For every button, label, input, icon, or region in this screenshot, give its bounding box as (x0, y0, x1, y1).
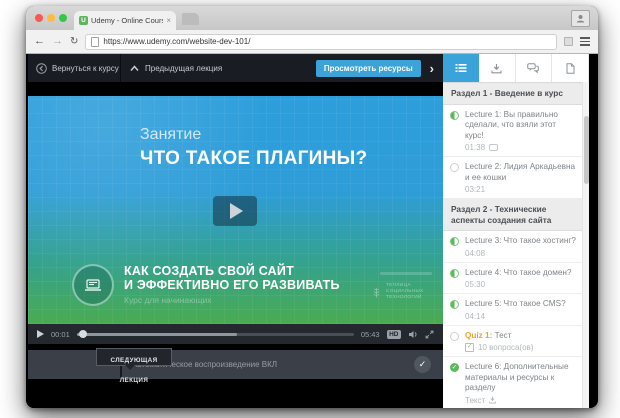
tab-downloads[interactable] (479, 54, 516, 82)
list-item-lecture1[interactable]: Lecture 1: Вы правильно сделали, что взя… (443, 105, 589, 158)
next-lecture-chevron-icon[interactable]: › (421, 61, 443, 76)
bookmark-icon[interactable] (564, 37, 573, 46)
sidebar-scrollbar[interactable] (582, 82, 589, 408)
video-frame[interactable]: Занятие ЧТО ТАКОЕ ПЛАГИНЫ? КАК СОЗДАТЬ С… (28, 96, 443, 324)
course-toolbar: Вернуться к курсу Предыдущая лекция Прос… (28, 54, 443, 82)
previous-lecture-label: Предыдущая лекция (145, 64, 222, 73)
menu-icon[interactable] (580, 37, 590, 46)
progress-empty-icon (450, 332, 459, 341)
current-time: 00:01 (51, 330, 70, 339)
video-player: Занятие ЧТО ТАКОЕ ПЛАГИНЫ? КАК СОЗДАТЬ С… (28, 82, 443, 408)
url-field[interactable]: https://www.udemy.com/website-dev-101/ (85, 34, 557, 50)
seek-handle[interactable] (79, 330, 87, 338)
tree-logo-icon (372, 285, 381, 300)
quiz-label: Quiz 1: (465, 331, 492, 340)
banner-subtitle: Курс для начинающих (124, 295, 340, 305)
checkbox-icon (465, 343, 474, 352)
course-banner: КАК СОЗДАТЬ СВОЙ САЙТ И ЭФФЕКТИВНО ЕГО Р… (72, 264, 340, 306)
tab-discussions[interactable] (516, 54, 553, 82)
view-resources-button[interactable]: Просмотреть ресурсы (316, 60, 421, 77)
progress-half-icon (450, 269, 459, 278)
back-circle-icon (36, 63, 47, 74)
refresh-icon[interactable]: ↻ (70, 36, 78, 47)
autoplay-bar: Автоматическое воспроизведение ВКЛ (28, 350, 443, 379)
progress-half-icon (450, 237, 459, 246)
watermark-line1: ТЕПЛИЦА СОЦИАЛЬНЫХ (386, 283, 438, 295)
close-window-button[interactable] (35, 14, 43, 22)
back-to-course-label: Вернуться к курсу (52, 64, 119, 73)
zoom-window-button[interactable] (59, 14, 67, 22)
forward-icon[interactable]: → (52, 36, 63, 47)
tab-title: Udemy - Online Courses fr (91, 16, 163, 25)
tab-close-icon[interactable]: × (166, 17, 171, 25)
download-icon (491, 63, 502, 74)
sidebar-tabs (443, 54, 589, 83)
browser-address-bar: ← → ↻ https://www.udemy.com/website-dev-… (26, 30, 598, 54)
list-item-lecture6[interactable]: Lecture 6: Дополнительные материалы и ре… (443, 357, 589, 408)
controls-play-icon[interactable] (37, 330, 44, 338)
previous-lecture-button[interactable]: Предыдущая лекция (121, 64, 222, 73)
play-button[interactable] (213, 196, 257, 226)
video-title: ЧТО ТАКОЕ ПЛАГИНЫ? (140, 148, 367, 170)
tab-notes[interactable] (552, 54, 589, 82)
browser-tab-strip: U Udemy - Online Courses fr × (26, 6, 598, 30)
autoplay-toggle[interactable] (414, 356, 431, 373)
chat-icon (527, 63, 539, 73)
volume-icon[interactable] (408, 330, 418, 339)
list-icon (455, 63, 467, 73)
list-item-quiz1[interactable]: Quiz 1: Тест 10 вопроса(ов) (443, 326, 589, 358)
progress-half-icon (450, 111, 459, 120)
video-kicker: Занятие (140, 126, 201, 144)
page-icon (91, 37, 99, 47)
new-tab-button[interactable] (182, 13, 199, 25)
watermark-line2: ТЕХНОЛОГИЙ (386, 295, 438, 301)
play-icon (230, 203, 243, 219)
buffered-bar (77, 333, 238, 336)
list-item-lecture2[interactable]: Lecture 2: Лидия Аркадьевна и ее кошки 0… (443, 157, 589, 199)
producer-watermark: ТЕПЛИЦА СОЦИАЛЬНЫХ ТЕХНОЛОГИЙ (372, 272, 438, 301)
udemy-favicon-icon: U (79, 16, 88, 25)
section-header: Раздел 1 - Введение в курс (443, 83, 589, 105)
scrollbar-thumb[interactable] (584, 116, 589, 184)
browser-window: U Udemy - Online Courses fr × ← → ↻ http… (26, 6, 598, 408)
person-icon (576, 14, 585, 23)
progress-empty-icon (450, 163, 459, 172)
curriculum-sidebar: Раздел 1 - Введение в курс Lecture 1: Вы… (443, 54, 589, 408)
hd-badge[interactable]: HD (387, 330, 401, 339)
list-item-lecture3[interactable]: Lecture 3: Что такое хостинг? 04:08 (443, 231, 589, 263)
list-item-lecture4[interactable]: Lecture 4: Что такое домен? 05:30 (443, 263, 589, 295)
back-icon[interactable]: ← (34, 36, 45, 47)
duration: 05:43 (361, 330, 380, 339)
list-item-lecture5[interactable]: Lecture 5: Что такое CMS? 04:14 (443, 294, 589, 326)
profile-button[interactable] (571, 10, 590, 27)
progress-done-icon (450, 363, 459, 372)
download-small-icon (489, 396, 496, 404)
browser-tab[interactable]: U Udemy - Online Courses fr × (74, 11, 176, 30)
video-controls: 00:01 05:43 HD (28, 324, 443, 344)
banner-line2: И ЭФФЕКТИВНО ЕГО РАЗВИВАТЬ (124, 278, 340, 292)
comment-icon (489, 144, 498, 151)
laptop-icon (72, 264, 114, 306)
tab-curriculum[interactable] (443, 54, 479, 82)
section-header: Раздел 2 - Технические аспекты создания … (443, 199, 589, 231)
chevron-up-icon (130, 65, 139, 72)
banner-line1: КАК СОЗДАТЬ СВОЙ САЙТ (124, 264, 340, 278)
document-icon (566, 63, 575, 74)
next-lecture-tooltip: СЛЕДУЮЩАЯ ЛЕКЦИЯ (96, 348, 172, 366)
minimize-window-button[interactable] (47, 14, 55, 22)
progress-half-icon (450, 300, 459, 309)
url-text: https://www.udemy.com/website-dev-101/ (103, 37, 250, 46)
seek-bar[interactable] (77, 333, 354, 336)
back-to-course-button[interactable]: Вернуться к курсу (28, 54, 121, 82)
watermark-caption (380, 272, 432, 275)
fullscreen-icon[interactable] (425, 330, 434, 339)
